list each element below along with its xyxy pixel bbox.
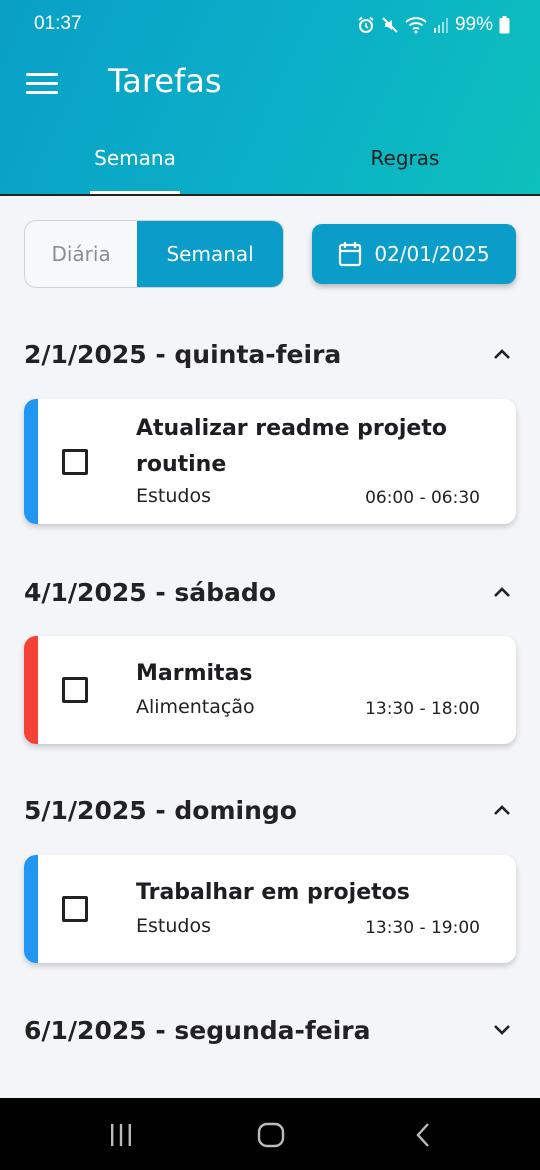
category-color-bar [24, 399, 38, 524]
status-bar: 01:37 99% [0, 0, 540, 52]
task-time: 13:30 - 19:00 [365, 918, 480, 938]
task-card[interactable]: Atualizar readme projeto routine Estudos… [24, 399, 516, 524]
day-header[interactable]: 6/1/2025 - segunda-feira [24, 1008, 516, 1052]
view-toggle: Diária Semanal [24, 220, 284, 288]
date-picker-button[interactable]: 02/01/2025 [312, 224, 516, 284]
tab-bar: Semana Regras [0, 128, 540, 194]
system-nav-bar [0, 1098, 540, 1170]
toggle-semanal[interactable]: Semanal [137, 221, 283, 287]
app-title: Tarefas [108, 62, 222, 100]
day-title: 5/1/2025 - domingo [24, 795, 297, 825]
menu-icon-line [26, 90, 58, 94]
back-icon[interactable] [408, 1120, 438, 1150]
task-category: Estudos [136, 915, 211, 937]
task-time: 13:30 - 18:00 [365, 699, 480, 719]
mute-icon [382, 17, 398, 33]
app-bar: Tarefas [0, 52, 540, 116]
tab-semana[interactable]: Semana [0, 128, 270, 194]
task-title: Trabalhar em projetos [136, 880, 410, 905]
task-title: Atualizar readme projeto routine [136, 416, 447, 477]
chevron-up-icon[interactable] [488, 340, 516, 368]
status-time: 01:37 [34, 13, 82, 34]
calendar-icon [339, 242, 362, 267]
day-header[interactable]: 4/1/2025 - sábado [24, 570, 516, 614]
status-icons: 99% [357, 12, 510, 38]
wifi-icon [405, 17, 427, 34]
task-category: Estudos [136, 485, 211, 507]
tab-regras[interactable]: Regras [270, 128, 540, 194]
day-title: 4/1/2025 - sábado [24, 577, 277, 607]
category-color-bar [24, 636, 38, 744]
task-card[interactable]: Marmitas Alimentação 13:30 - 18:00 [24, 636, 516, 744]
day-title: 6/1/2025 - segunda-feira [24, 1015, 371, 1045]
task-checkbox[interactable] [62, 896, 88, 922]
recents-icon[interactable] [106, 1120, 136, 1150]
day-header[interactable]: 2/1/2025 - quinta-feira [24, 332, 516, 376]
alarm-icon [358, 16, 374, 33]
category-color-bar [24, 855, 38, 963]
menu-button[interactable] [22, 66, 62, 100]
battery-icon [499, 16, 510, 34]
task-checkbox[interactable] [62, 677, 88, 703]
signal-icon [433, 18, 448, 33]
date-value: 02/01/2025 [374, 242, 490, 266]
home-icon[interactable] [256, 1120, 286, 1150]
task-time: 06:00 - 06:30 [365, 488, 480, 508]
chevron-up-icon[interactable] [488, 796, 516, 824]
day-header[interactable]: 5/1/2025 - domingo [24, 788, 516, 832]
task-checkbox[interactable] [62, 449, 88, 475]
toggle-diaria[interactable]: Diária [25, 221, 137, 287]
menu-icon-line [26, 81, 58, 85]
task-title: Marmitas [136, 661, 253, 686]
chevron-down-icon[interactable] [488, 1016, 516, 1044]
task-card[interactable]: Trabalhar em projetos Estudos 13:30 - 19… [24, 855, 516, 963]
menu-icon-line [26, 72, 58, 76]
chevron-up-icon[interactable] [488, 578, 516, 606]
app-header: 01:37 99% Tarefas Semana Regras [0, 0, 540, 196]
task-category: Alimentação [136, 696, 255, 718]
battery-percent: 99% [454, 14, 493, 35]
day-title: 2/1/2025 - quinta-feira [24, 339, 342, 369]
